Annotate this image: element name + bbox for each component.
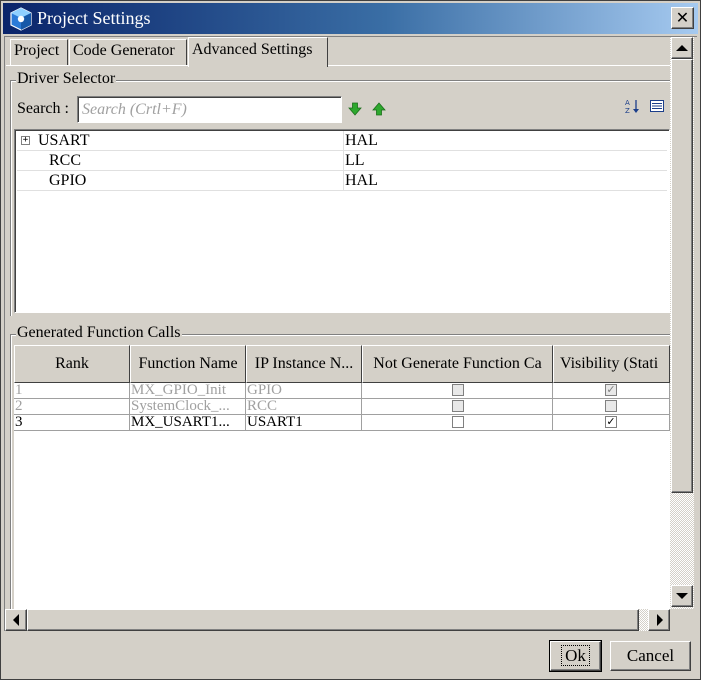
column-header-rank[interactable]: Rank	[14, 345, 130, 383]
close-button[interactable]: ✕	[671, 7, 694, 29]
move-up-icon[interactable]	[371, 101, 387, 117]
tree-row-name: GPIO	[49, 172, 87, 189]
horizontal-scroll-thumb[interactable]	[27, 609, 639, 631]
expand-plus-icon[interactable]: +	[21, 136, 30, 145]
cell-ip-instance: GPIO	[246, 383, 362, 399]
tab-code-generator-label: Code Generator	[73, 42, 175, 59]
cell-rank: 1	[14, 383, 130, 399]
tree-row[interactable]: RCC LL	[17, 151, 667, 171]
tree-row-name: RCC	[49, 152, 82, 169]
not-generate-checkbox[interactable]	[452, 416, 464, 428]
visibility-checkbox[interactable]	[605, 400, 617, 412]
scroll-right-button[interactable]	[648, 609, 670, 631]
visibility-checkbox[interactable]: ✓	[605, 384, 617, 396]
app-cube-icon	[10, 7, 32, 31]
cell-not-generate	[362, 415, 553, 431]
driver-selector-title: Driver Selector	[16, 70, 117, 88]
sort-az-icon[interactable]: A Z	[625, 98, 641, 114]
column-header-ip-instance[interactable]: IP Instance N...	[246, 345, 362, 383]
window-title: Project Settings	[37, 8, 151, 28]
scroll-up-button[interactable]	[671, 37, 693, 59]
cancel-button[interactable]: Cancel	[610, 641, 691, 671]
ok-button[interactable]: Ok	[549, 640, 602, 672]
vertical-scroll-thumb[interactable]	[671, 59, 693, 493]
tab-code-generator[interactable]: Code Generator	[69, 39, 187, 65]
cell-function-name: MX_GPIO_Init	[130, 383, 246, 399]
not-generate-checkbox[interactable]	[452, 384, 464, 396]
tree-row-name: USART	[38, 132, 90, 149]
cell-visibility	[553, 399, 670, 415]
column-header-function-name[interactable]: Function Name	[130, 345, 246, 383]
scroll-right-arrow-icon	[657, 614, 663, 626]
svg-text:Z: Z	[625, 107, 630, 114]
vertical-scrollbar[interactable]	[670, 37, 694, 609]
project-settings-window: Project Settings ✕ Project Code Generato…	[0, 0, 701, 680]
title-bar[interactable]: Project Settings ✕	[3, 3, 698, 34]
tree-row[interactable]: GPIO HAL	[17, 171, 667, 191]
search-input[interactable]	[77, 96, 342, 123]
cancel-button-label: Cancel	[626, 646, 675, 665]
tab-advanced-settings[interactable]: Advanced Settings	[188, 37, 328, 67]
function-calls-title: Generated Function Calls	[16, 324, 182, 342]
close-icon: ✕	[675, 8, 690, 27]
cell-rank: 3	[14, 415, 130, 431]
svg-text:A: A	[625, 99, 630, 107]
scroll-down-button[interactable]	[671, 585, 693, 607]
not-generate-checkbox[interactable]	[452, 400, 464, 412]
scroll-left-button[interactable]	[5, 609, 27, 631]
tree-row-value[interactable]: LL	[345, 151, 365, 171]
tab-project-label: Project	[14, 42, 60, 59]
driver-tree[interactable]: + USART HAL RCC LL GPIO HAL	[14, 129, 670, 313]
cell-not-generate	[362, 399, 553, 415]
column-header-not-generate[interactable]: Not Generate Function Ca	[362, 345, 553, 383]
visibility-checkbox[interactable]: ✓	[605, 416, 617, 428]
cell-function-name: MX_USART1...	[130, 415, 246, 431]
tree-row-value[interactable]: HAL	[345, 131, 378, 151]
ok-button-label: Ok	[561, 645, 590, 666]
cell-rank: 2	[14, 399, 130, 415]
cell-ip-instance: RCC	[246, 399, 362, 415]
function-calls-table[interactable]: Rank Function Name IP Instance N... Not …	[14, 345, 670, 609]
cell-visibility: ✓	[553, 415, 670, 431]
column-divider	[343, 131, 344, 151]
horizontal-scrollbar[interactable]	[5, 609, 670, 631]
list-view-icon[interactable]	[649, 98, 665, 114]
cell-visibility: ✓	[553, 383, 670, 399]
cell-not-generate	[362, 383, 553, 399]
tab-project[interactable]: Project	[10, 39, 68, 65]
move-down-icon[interactable]	[347, 101, 363, 117]
column-header-visibility[interactable]: Visibility (Stati	[553, 345, 670, 383]
search-label: Search :	[17, 100, 69, 117]
column-divider	[343, 171, 344, 191]
scroll-down-arrow-icon	[676, 593, 688, 599]
tree-row[interactable]: + USART HAL	[17, 131, 667, 151]
cell-function-name: SystemClock_...	[130, 399, 246, 415]
tree-row-value[interactable]: HAL	[345, 171, 378, 191]
scroll-up-arrow-icon	[676, 45, 688, 51]
scroll-left-arrow-icon	[13, 614, 19, 626]
column-divider	[343, 151, 344, 171]
tab-advanced-settings-label: Advanced Settings	[192, 41, 313, 58]
cell-ip-instance: USART1	[246, 415, 362, 431]
